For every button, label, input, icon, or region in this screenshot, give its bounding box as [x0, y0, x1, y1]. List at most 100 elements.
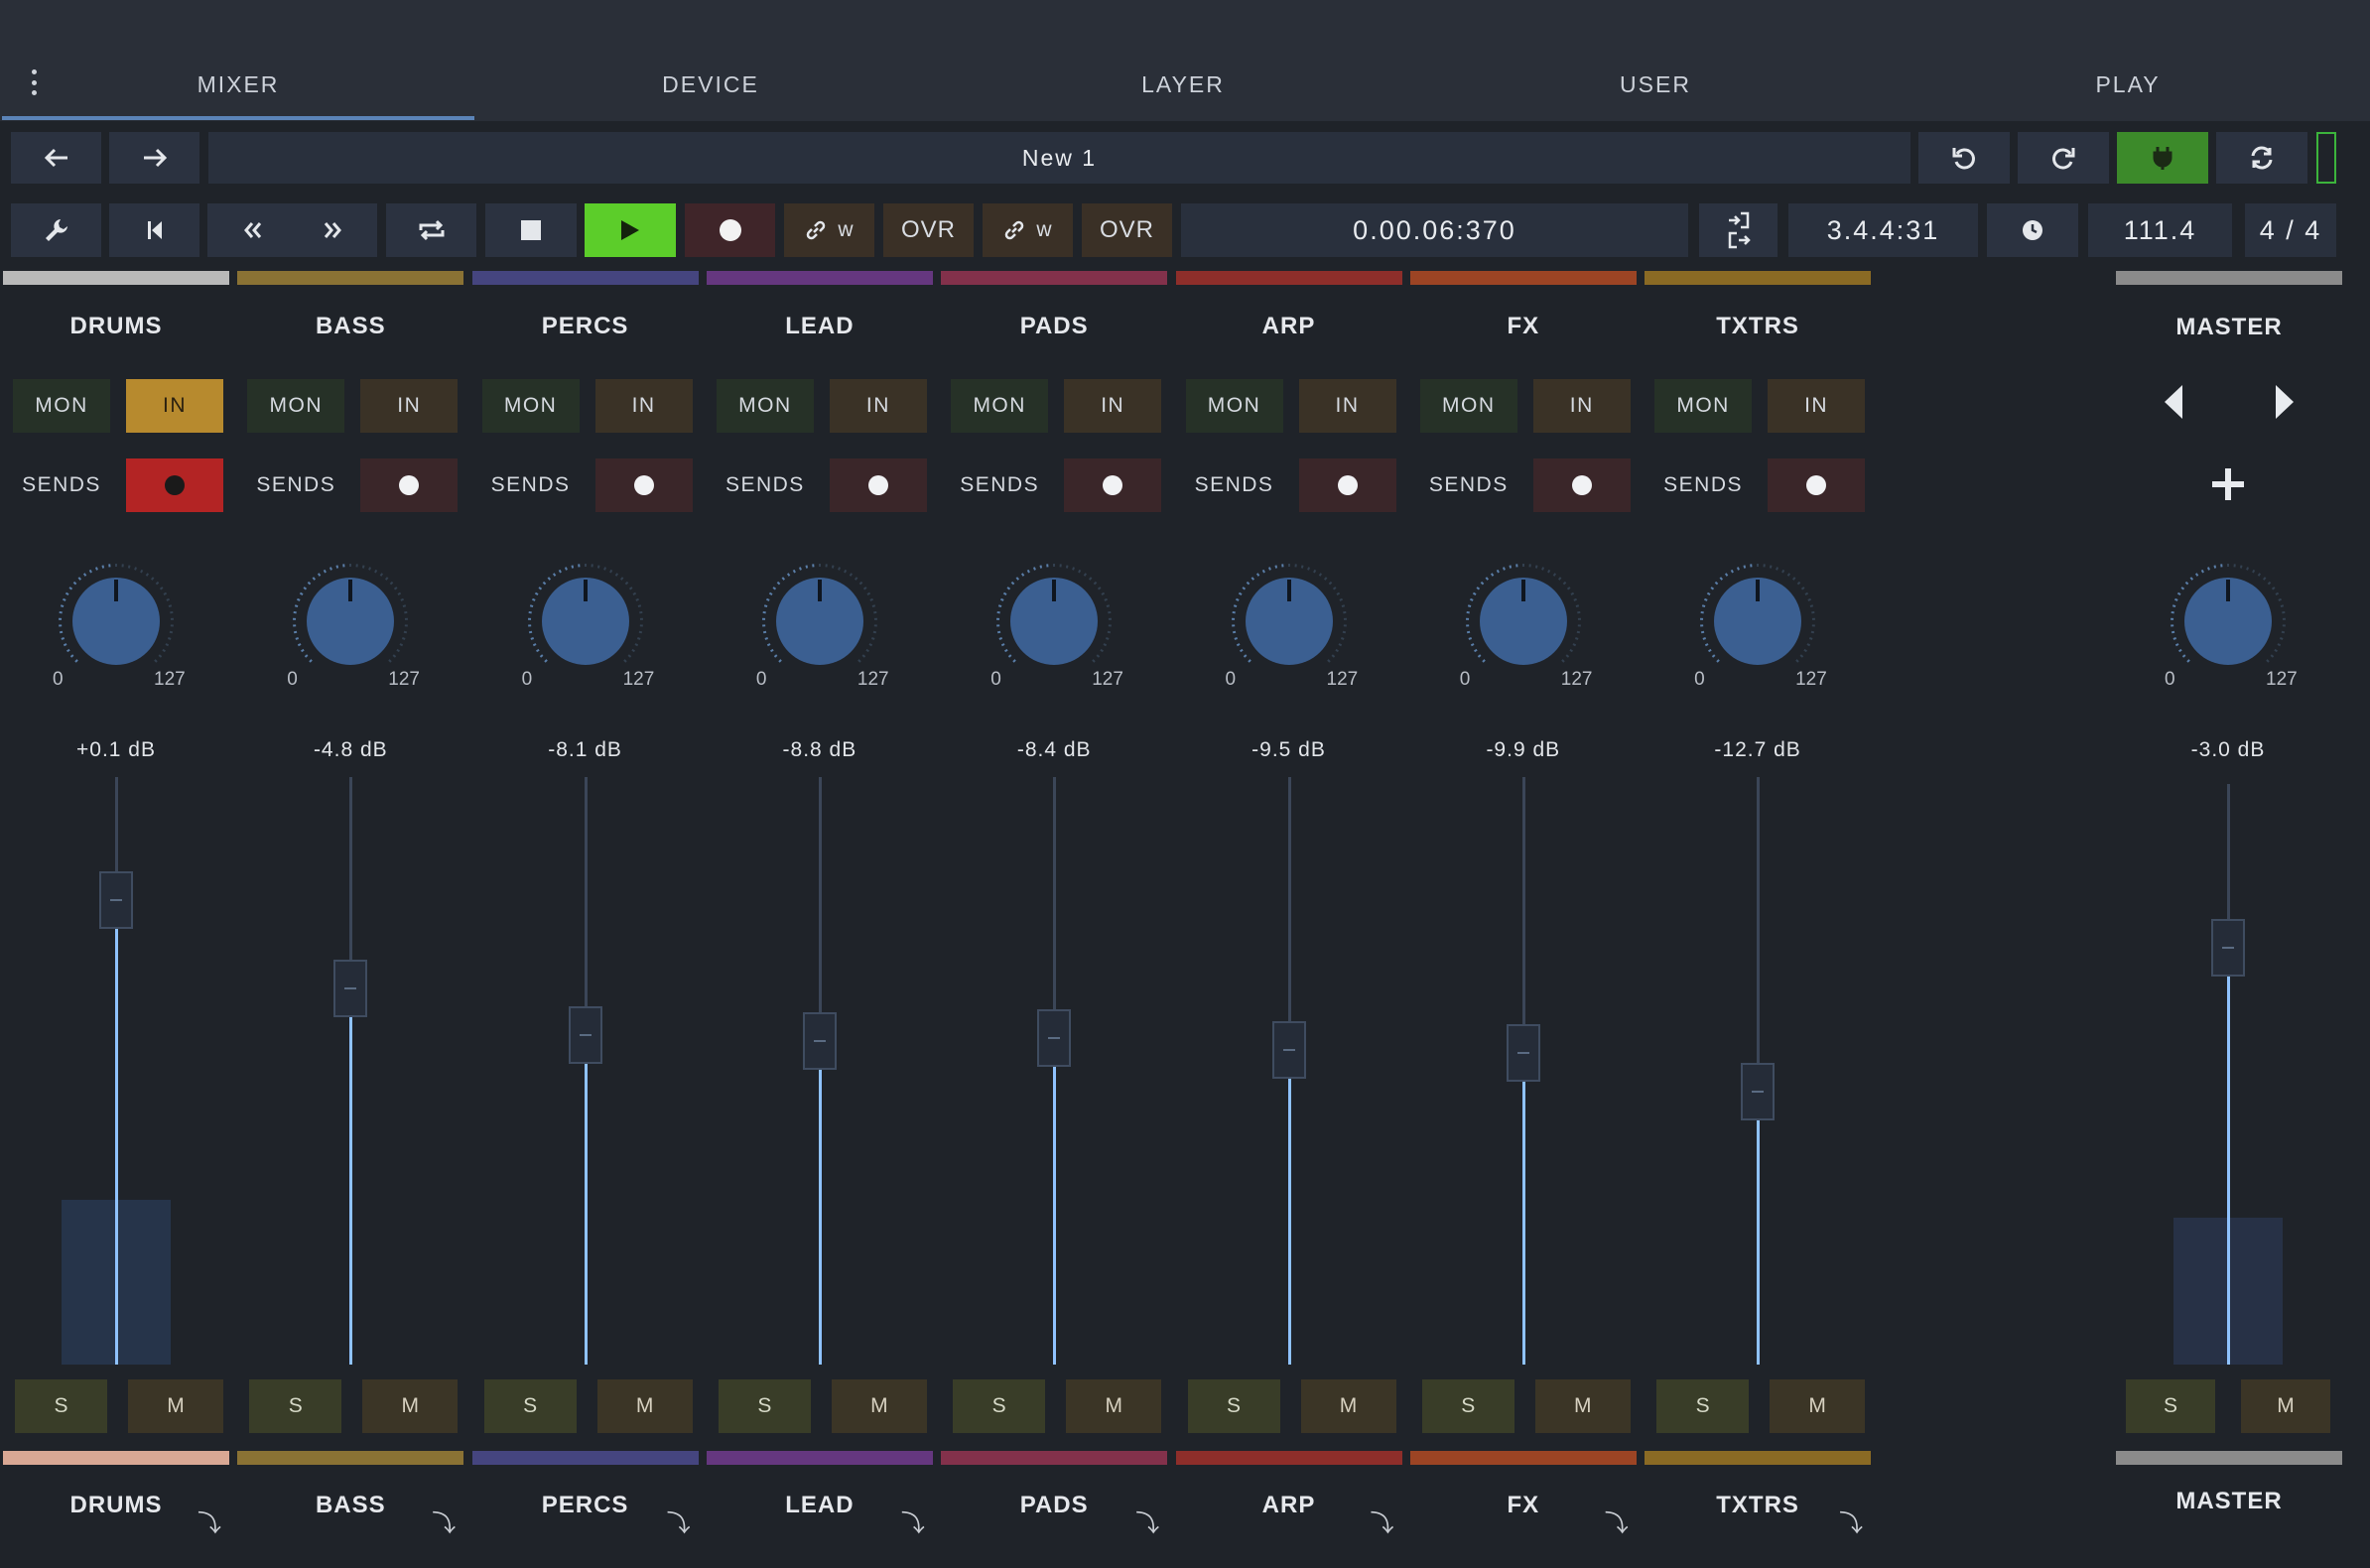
- monitor-button[interactable]: MON: [951, 379, 1049, 433]
- record-arm-button[interactable]: [1298, 458, 1396, 512]
- forward-button[interactable]: [109, 132, 199, 184]
- monitor-button[interactable]: MON: [1185, 379, 1283, 433]
- rewind-button[interactable]: [207, 203, 298, 257]
- record-arm-button[interactable]: [1064, 458, 1162, 512]
- knob-icon[interactable]: [526, 562, 645, 681]
- record-arm-button[interactable]: [360, 458, 459, 512]
- tab-device[interactable]: DEVICE: [474, 40, 947, 129]
- position-display[interactable]: 3.4.4:31: [1788, 203, 1978, 257]
- track-name-bottom[interactable]: FX: [1410, 1481, 1637, 1530]
- add-track-button[interactable]: [2205, 461, 2251, 507]
- pan-knob[interactable]: [291, 562, 410, 681]
- input-button[interactable]: IN: [594, 379, 693, 433]
- knob-icon[interactable]: [994, 562, 1114, 681]
- arranger-link-button[interactable]: w: [784, 203, 874, 257]
- solo-button[interactable]: S: [1187, 1379, 1280, 1433]
- knob-icon[interactable]: [2169, 562, 2288, 681]
- input-button[interactable]: IN: [829, 379, 927, 433]
- sends-button[interactable]: SENDS: [945, 458, 1054, 512]
- routing-arrow-icon[interactable]: ⤵: [667, 1503, 695, 1537]
- knob-icon[interactable]: [291, 562, 410, 681]
- next-page-button[interactable]: [2265, 377, 2304, 427]
- monitor-button[interactable]: MON: [13, 379, 110, 433]
- input-button[interactable]: IN: [1768, 379, 1866, 433]
- track-name-bottom[interactable]: DRUMS: [3, 1481, 229, 1530]
- volume-fader-handle[interactable]: [1506, 1024, 1540, 1083]
- knob-icon[interactable]: [1464, 562, 1583, 681]
- undo-button[interactable]: [1918, 132, 2010, 184]
- monitor-button[interactable]: MON: [247, 379, 345, 433]
- clip-link-button[interactable]: w: [983, 203, 1073, 257]
- volume-fader-handle[interactable]: [802, 1012, 837, 1071]
- solo-button[interactable]: S: [1656, 1379, 1750, 1433]
- master-mute-button[interactable]: M: [2241, 1379, 2330, 1433]
- sends-button[interactable]: SENDS: [476, 458, 586, 512]
- record-arm-button[interactable]: [1768, 458, 1866, 512]
- sends-button[interactable]: SENDS: [1180, 458, 1289, 512]
- rewind-to-start-button[interactable]: [109, 203, 199, 257]
- routing-arrow-icon[interactable]: ⤵: [1839, 1503, 1867, 1537]
- master-fader-handle[interactable]: [2211, 918, 2245, 977]
- mute-button[interactable]: M: [1066, 1379, 1162, 1433]
- knob-icon[interactable]: [1230, 562, 1349, 681]
- routing-arrow-icon[interactable]: ⤵: [1605, 1503, 1633, 1537]
- routing-arrow-icon[interactable]: ⤵: [1135, 1503, 1163, 1537]
- monitor-button[interactable]: MON: [481, 379, 580, 433]
- pan-knob[interactable]: [1230, 562, 1349, 681]
- previous-page-button[interactable]: [2154, 377, 2193, 427]
- solo-button[interactable]: S: [483, 1379, 577, 1433]
- monitor-button[interactable]: MON: [716, 379, 814, 433]
- tab-play[interactable]: PLAY: [1892, 40, 2364, 129]
- sends-button[interactable]: SENDS: [7, 458, 116, 512]
- pan-knob[interactable]: [760, 562, 879, 681]
- tempo-display[interactable]: 111.4: [2088, 203, 2232, 257]
- volume-fader-handle[interactable]: [99, 871, 133, 930]
- time-signature-display[interactable]: 4 / 4: [2245, 203, 2336, 257]
- sends-button[interactable]: SENDS: [711, 458, 820, 512]
- pan-knob[interactable]: [1464, 562, 1583, 681]
- volume-fader-handle[interactable]: [1741, 1062, 1776, 1120]
- monitor-button[interactable]: MON: [1419, 379, 1517, 433]
- track-name-bottom[interactable]: LEAD: [707, 1481, 933, 1530]
- mute-button[interactable]: M: [128, 1379, 223, 1433]
- pan-knob[interactable]: [57, 562, 176, 681]
- master-knob[interactable]: [2169, 562, 2288, 681]
- routing-arrow-icon[interactable]: ⤵: [198, 1503, 225, 1537]
- fast-forward-button[interactable]: [287, 203, 377, 257]
- mute-button[interactable]: M: [1300, 1379, 1396, 1433]
- engine-power-button[interactable]: [2117, 132, 2208, 184]
- mute-button[interactable]: M: [362, 1379, 459, 1433]
- solo-button[interactable]: S: [718, 1379, 811, 1433]
- solo-button[interactable]: S: [249, 1379, 342, 1433]
- track-name-bottom[interactable]: ARP: [1176, 1481, 1402, 1530]
- arranger-overdub-button[interactable]: OVR: [883, 203, 974, 257]
- record-arm-button[interactable]: [829, 458, 927, 512]
- refresh-button[interactable]: [2216, 132, 2307, 184]
- mute-button[interactable]: M: [1534, 1379, 1631, 1433]
- routing-arrow-icon[interactable]: ⤵: [1371, 1503, 1398, 1537]
- metronome-button[interactable]: [1987, 203, 2078, 257]
- track-name-bottom[interactable]: PERCS: [472, 1481, 699, 1530]
- solo-button[interactable]: S: [15, 1379, 107, 1433]
- play-button[interactable]: [585, 203, 676, 257]
- track-name-bottom[interactable]: BASS: [237, 1481, 463, 1530]
- sends-button[interactable]: SENDS: [1414, 458, 1523, 512]
- input-button[interactable]: IN: [360, 379, 459, 433]
- time-display[interactable]: 0.00.06:370: [1181, 203, 1688, 257]
- volume-fader-handle[interactable]: [568, 1006, 602, 1065]
- input-button[interactable]: IN: [1532, 379, 1631, 433]
- volume-fader-handle[interactable]: [1037, 1009, 1072, 1068]
- settings-button[interactable]: [11, 203, 101, 257]
- mute-button[interactable]: M: [1770, 1379, 1866, 1433]
- punch-in-out-button[interactable]: [1699, 203, 1778, 257]
- pan-knob[interactable]: [994, 562, 1114, 681]
- knob-icon[interactable]: [760, 562, 879, 681]
- solo-button[interactable]: S: [953, 1379, 1046, 1433]
- knob-icon[interactable]: [57, 562, 176, 681]
- pan-knob[interactable]: [526, 562, 645, 681]
- input-button[interactable]: IN: [1298, 379, 1396, 433]
- mute-button[interactable]: M: [831, 1379, 927, 1433]
- mute-button[interactable]: M: [596, 1379, 693, 1433]
- redo-button[interactable]: [2018, 132, 2109, 184]
- clip-overdub-button[interactable]: OVR: [1082, 203, 1172, 257]
